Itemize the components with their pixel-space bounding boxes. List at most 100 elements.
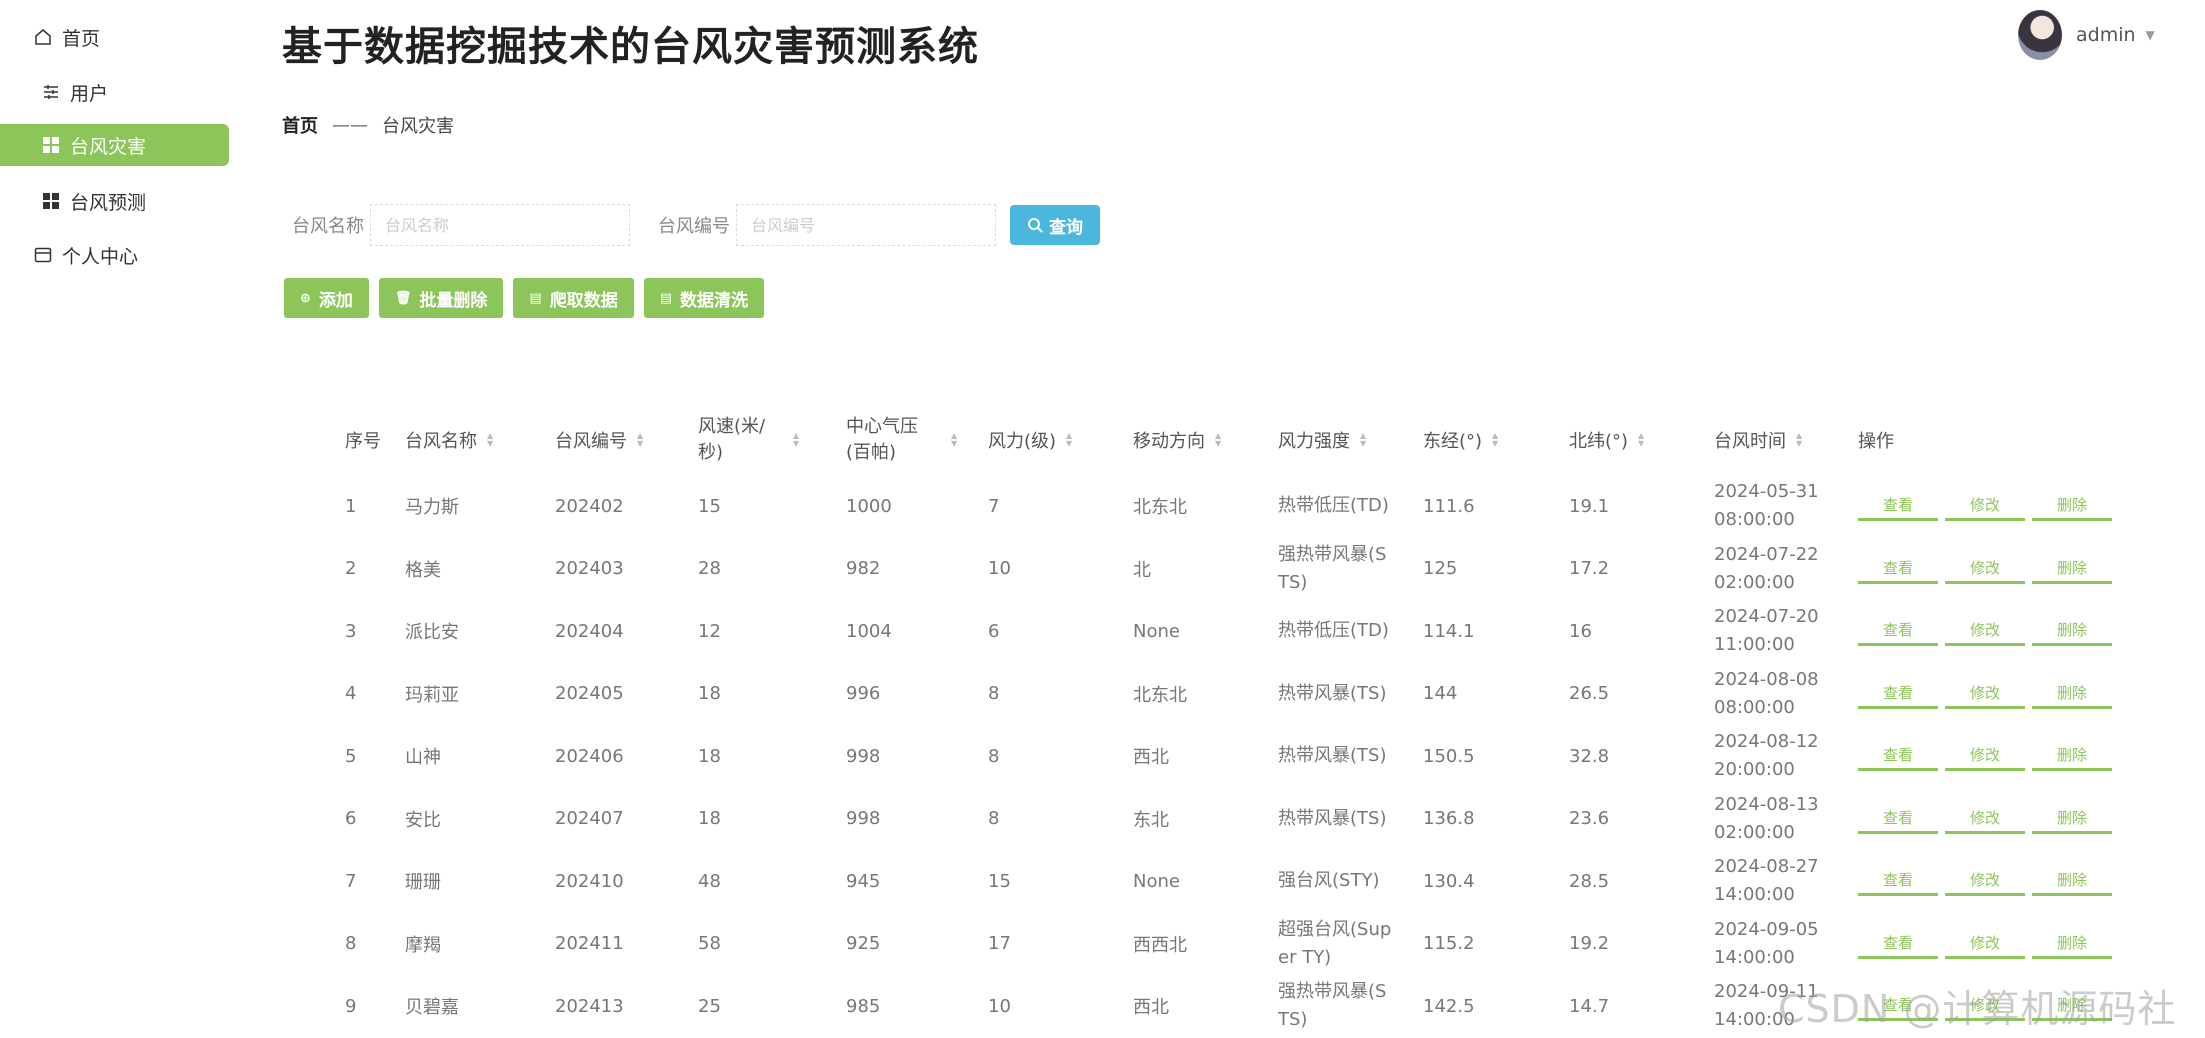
action-bar: ⊕ 添加 🗑 批量删除 ▤ 爬取数据 ▤ 数据清洗 bbox=[284, 278, 774, 318]
edit-button[interactable]: 修改 bbox=[1945, 554, 2025, 584]
clean-data-button[interactable]: ▤ 数据清洗 bbox=[643, 278, 765, 318]
view-button[interactable]: 查看 bbox=[1858, 804, 1938, 834]
table-cell-dir: None bbox=[1133, 850, 1180, 913]
sort-icon[interactable]: ▲ ▼ bbox=[1215, 432, 1221, 448]
table-cell-force: 8 bbox=[988, 663, 999, 726]
edit-button[interactable]: 修改 bbox=[1945, 679, 2025, 709]
view-button[interactable]: 查看 bbox=[1858, 741, 1938, 772]
column-header[interactable]: 中心气压(百帕) ▲ ▼ bbox=[846, 405, 981, 475]
cell-value: 6 bbox=[988, 620, 1000, 642]
edit-button[interactable]: 修改 bbox=[1945, 741, 2025, 772]
caret-down-icon[interactable]: ▼ bbox=[2146, 28, 2155, 42]
sort-icon[interactable]: ▲ ▼ bbox=[637, 432, 643, 448]
cell-value: 16 bbox=[1569, 620, 1592, 642]
column-header[interactable]: 风速(米/秒) ▲ ▼ bbox=[698, 405, 823, 475]
delete-button[interactable]: 删除 bbox=[2032, 679, 2112, 709]
delete-button[interactable]: 删除 bbox=[2032, 804, 2112, 834]
cell-value: 超强台风(Super TY) bbox=[1278, 918, 1392, 968]
delete-button[interactable]: 删除 bbox=[2032, 554, 2112, 584]
avatar[interactable] bbox=[2018, 10, 2062, 60]
table-cell-pressure: 998 bbox=[846, 788, 880, 851]
name-search-input[interactable] bbox=[370, 204, 630, 246]
add-button[interactable]: ⊕ 添加 bbox=[284, 278, 369, 318]
column-header[interactable]: 台风编号 ▲ ▼ bbox=[555, 405, 695, 475]
table-cell-idx: 1 bbox=[345, 475, 356, 538]
table-cell-lon: 142.5 bbox=[1423, 975, 1475, 1038]
sidebar-item-typhoon-disaster[interactable]: 台风灾害 bbox=[0, 124, 229, 166]
table-cell-pressure: 998 bbox=[846, 725, 880, 788]
delete-button[interactable]: 删除 bbox=[2032, 741, 2112, 772]
view-button[interactable]: 查看 bbox=[1858, 679, 1938, 709]
column-header[interactable]: 移动方向 ▲ ▼ bbox=[1133, 405, 1273, 475]
cell-value: None bbox=[1133, 620, 1180, 642]
edit-button[interactable]: 修改 bbox=[1945, 866, 2025, 897]
column-header[interactable]: 台风名称 ▲ ▼ bbox=[405, 405, 545, 475]
table-cell-name: 格美 bbox=[405, 538, 441, 601]
table-cell-pressure: 982 bbox=[846, 538, 880, 601]
column-header-label: 风力(级) bbox=[988, 431, 1057, 452]
delete-button[interactable]: 删除 bbox=[2032, 866, 2112, 897]
delete-button[interactable]: 删除 bbox=[2032, 616, 2112, 647]
column-header[interactable]: 北纬(°) ▲ ▼ bbox=[1569, 405, 1699, 475]
sidebar-item-label: 个人中心 bbox=[62, 245, 139, 268]
view-button[interactable]: 查看 bbox=[1858, 616, 1938, 647]
column-header-label: 台风名称 bbox=[405, 431, 477, 452]
cell-value: 202407 bbox=[555, 808, 624, 830]
table-cell-ops: 查看 修改 删除 bbox=[1858, 600, 2119, 663]
query-button[interactable]: 查询 bbox=[1010, 205, 1100, 245]
user-name[interactable]: admin bbox=[2076, 24, 2136, 46]
cell-value: 强台风(STY) bbox=[1278, 870, 1380, 892]
sort-icon[interactable]: ▲ ▼ bbox=[1796, 432, 1802, 448]
table-cell-idx: 6 bbox=[345, 788, 356, 851]
user-menu[interactable]: admin ▼ bbox=[2018, 10, 2155, 60]
column-header[interactable]: 风力(级) ▲ ▼ bbox=[988, 405, 1108, 475]
sort-icon[interactable]: ▲ ▼ bbox=[487, 432, 493, 448]
sidebar-item-users[interactable]: 用户 bbox=[0, 71, 108, 113]
sort-icon[interactable]: ▲ ▼ bbox=[951, 432, 957, 448]
search-bar: 台风名称 台风编号 查询 bbox=[292, 204, 1100, 246]
sidebar-item-label: 用户 bbox=[70, 82, 109, 105]
view-button[interactable]: 查看 bbox=[1858, 929, 1938, 959]
table-cell-time: 2024-07-22 02:00:00 bbox=[1714, 538, 1834, 601]
view-button[interactable]: 查看 bbox=[1858, 554, 1938, 584]
watermark: CSDN @计算机源码社 bbox=[1778, 987, 2177, 1031]
cell-value: None bbox=[1133, 870, 1180, 892]
edit-button[interactable]: 修改 bbox=[1945, 616, 2025, 647]
cell-value: 136.8 bbox=[1423, 808, 1475, 830]
sort-icon[interactable]: ▲ ▼ bbox=[1638, 432, 1644, 448]
sidebar-item-personal-center[interactable]: 个人中心 bbox=[0, 234, 138, 276]
edit-button[interactable]: 修改 bbox=[1945, 491, 2025, 522]
column-header[interactable]: 台风时间 ▲ ▼ bbox=[1714, 405, 1874, 475]
cell-value: 15 bbox=[698, 495, 721, 517]
sort-icon[interactable]: ▲ ▼ bbox=[793, 432, 799, 448]
sidebar-item-home[interactable]: 首页 bbox=[0, 16, 100, 58]
edit-button[interactable]: 修改 bbox=[1945, 804, 2025, 834]
cell-value: 18 bbox=[698, 808, 721, 830]
sort-icon[interactable]: ▲ ▼ bbox=[1492, 432, 1498, 448]
cell-value: 17 bbox=[988, 933, 1011, 955]
cell-value: 985 bbox=[846, 995, 881, 1017]
delete-button[interactable]: 删除 bbox=[2032, 929, 2112, 959]
sort-icon[interactable]: ▲ ▼ bbox=[1360, 432, 1366, 448]
cell-value: 西北 bbox=[1133, 997, 1169, 1019]
grid-icon bbox=[40, 190, 62, 212]
column-header[interactable]: 东经(°) ▲ ▼ bbox=[1423, 405, 1553, 475]
sidebar-item-typhoon-predict[interactable]: 台风预测 bbox=[0, 180, 146, 222]
view-button[interactable]: 查看 bbox=[1858, 491, 1938, 522]
table-cell-lat: 17.2 bbox=[1569, 538, 1609, 601]
view-button[interactable]: 查看 bbox=[1858, 866, 1938, 897]
table-cell-dir: 西北 bbox=[1133, 725, 1169, 788]
edit-button[interactable]: 修改 bbox=[1945, 929, 2025, 959]
table-cell-name: 贝碧嘉 bbox=[405, 975, 459, 1038]
batch-delete-button[interactable]: 🗑 批量删除 bbox=[378, 278, 504, 318]
column-header[interactable]: 风力强度 ▲ ▼ bbox=[1278, 405, 1433, 475]
code-search-input[interactable] bbox=[736, 204, 996, 246]
breadcrumb-home[interactable]: 首页 bbox=[282, 112, 318, 138]
row-actions: 查看 修改 删除 bbox=[1858, 741, 2119, 772]
delete-button[interactable]: 删除 bbox=[2032, 491, 2112, 522]
sort-icon[interactable]: ▲ ▼ bbox=[1066, 432, 1072, 448]
row-actions: 查看 修改 删除 bbox=[1858, 866, 2119, 897]
crawl-data-button[interactable]: ▤ 爬取数据 bbox=[513, 278, 634, 318]
table-cell-lon: 130.4 bbox=[1423, 850, 1475, 913]
table-cell-force: 7 bbox=[988, 475, 999, 538]
